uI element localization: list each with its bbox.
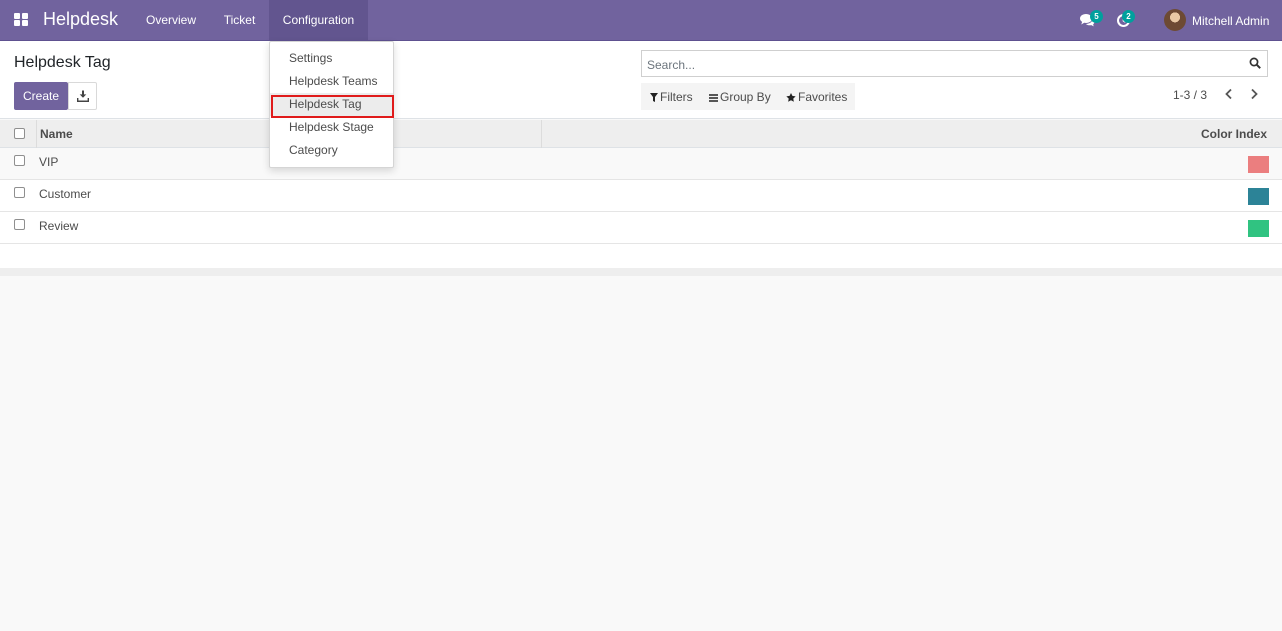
search-icon[interactable] (1249, 57, 1261, 69)
user-avatar[interactable] (1164, 9, 1186, 31)
filter-icon (650, 93, 658, 102)
menu-item-settings[interactable]: Settings (270, 47, 393, 70)
menu-item-helpdesk-stage[interactable]: Helpdesk Stage (270, 116, 393, 139)
top-navbar: Helpdesk Overview Ticket Configuration 5… (0, 0, 1282, 41)
activities-badge: 2 (1122, 10, 1135, 23)
star-icon (786, 93, 796, 102)
search-input[interactable]: Search... (647, 58, 695, 72)
row-checkbox[interactable] (14, 155, 25, 166)
user-menu[interactable]: Mitchell Admin (1192, 14, 1269, 28)
menu-item-category[interactable]: Category (270, 139, 393, 162)
menu-item-helpdesk-teams[interactable]: Helpdesk Teams (270, 70, 393, 93)
column-header-color-index[interactable]: Color Index (1201, 127, 1267, 141)
search-options: Filters Group By Favorites (641, 83, 855, 110)
column-separator (541, 120, 542, 148)
group-by-button[interactable]: Group By (709, 90, 771, 104)
list-icon (709, 94, 718, 102)
table-row[interactable]: VIP (0, 148, 1282, 180)
configuration-dropdown: Settings Helpdesk Teams Helpdesk Tag Hel… (269, 41, 394, 168)
pager-value[interactable]: 1-3 / 3 (1173, 88, 1207, 102)
apps-menu-icon[interactable] (14, 13, 29, 27)
filters-button[interactable]: Filters (650, 90, 693, 104)
favorites-label: Favorites (798, 90, 848, 104)
favorites-button[interactable]: Favorites (786, 90, 847, 104)
select-all-checkbox[interactable] (14, 128, 25, 139)
table-row[interactable]: Customer (0, 180, 1282, 212)
color-swatch (1248, 188, 1269, 205)
pager-next-icon[interactable] (1247, 87, 1261, 101)
search-bar[interactable]: Search... (641, 50, 1268, 77)
pager-previous-icon[interactable] (1222, 87, 1236, 101)
group-by-label: Group By (720, 90, 771, 104)
download-icon (77, 90, 89, 102)
create-button[interactable]: Create (14, 82, 68, 110)
page-title: Helpdesk Tag (14, 54, 111, 71)
row-checkbox[interactable] (14, 187, 25, 198)
row-name: Review (39, 219, 79, 233)
row-checkbox[interactable] (14, 219, 25, 230)
table-row[interactable]: Review (0, 212, 1282, 244)
control-panel: Helpdesk Tag Create Search... Filters Gr… (0, 41, 1282, 119)
list-view: Name Color Index VIP Customer Review (0, 120, 1282, 270)
menu-item-helpdesk-tag[interactable]: Helpdesk Tag (270, 93, 393, 116)
nav-ticket[interactable]: Ticket (210, 0, 269, 40)
filters-label: Filters (660, 90, 693, 104)
nav-overview[interactable]: Overview (132, 0, 210, 40)
app-brand[interactable]: Helpdesk (43, 9, 118, 30)
list-footer (0, 268, 1282, 276)
color-swatch (1248, 156, 1269, 173)
nav-configuration[interactable]: Configuration (269, 0, 368, 40)
list-header: Name Color Index (0, 120, 1282, 148)
download-button[interactable] (68, 82, 97, 110)
row-name: Customer (39, 187, 92, 201)
messages-badge: 5 (1090, 10, 1103, 23)
row-name: VIP (39, 155, 59, 169)
column-separator (36, 120, 37, 148)
color-swatch (1248, 220, 1269, 237)
column-header-name[interactable]: Name (40, 127, 73, 141)
